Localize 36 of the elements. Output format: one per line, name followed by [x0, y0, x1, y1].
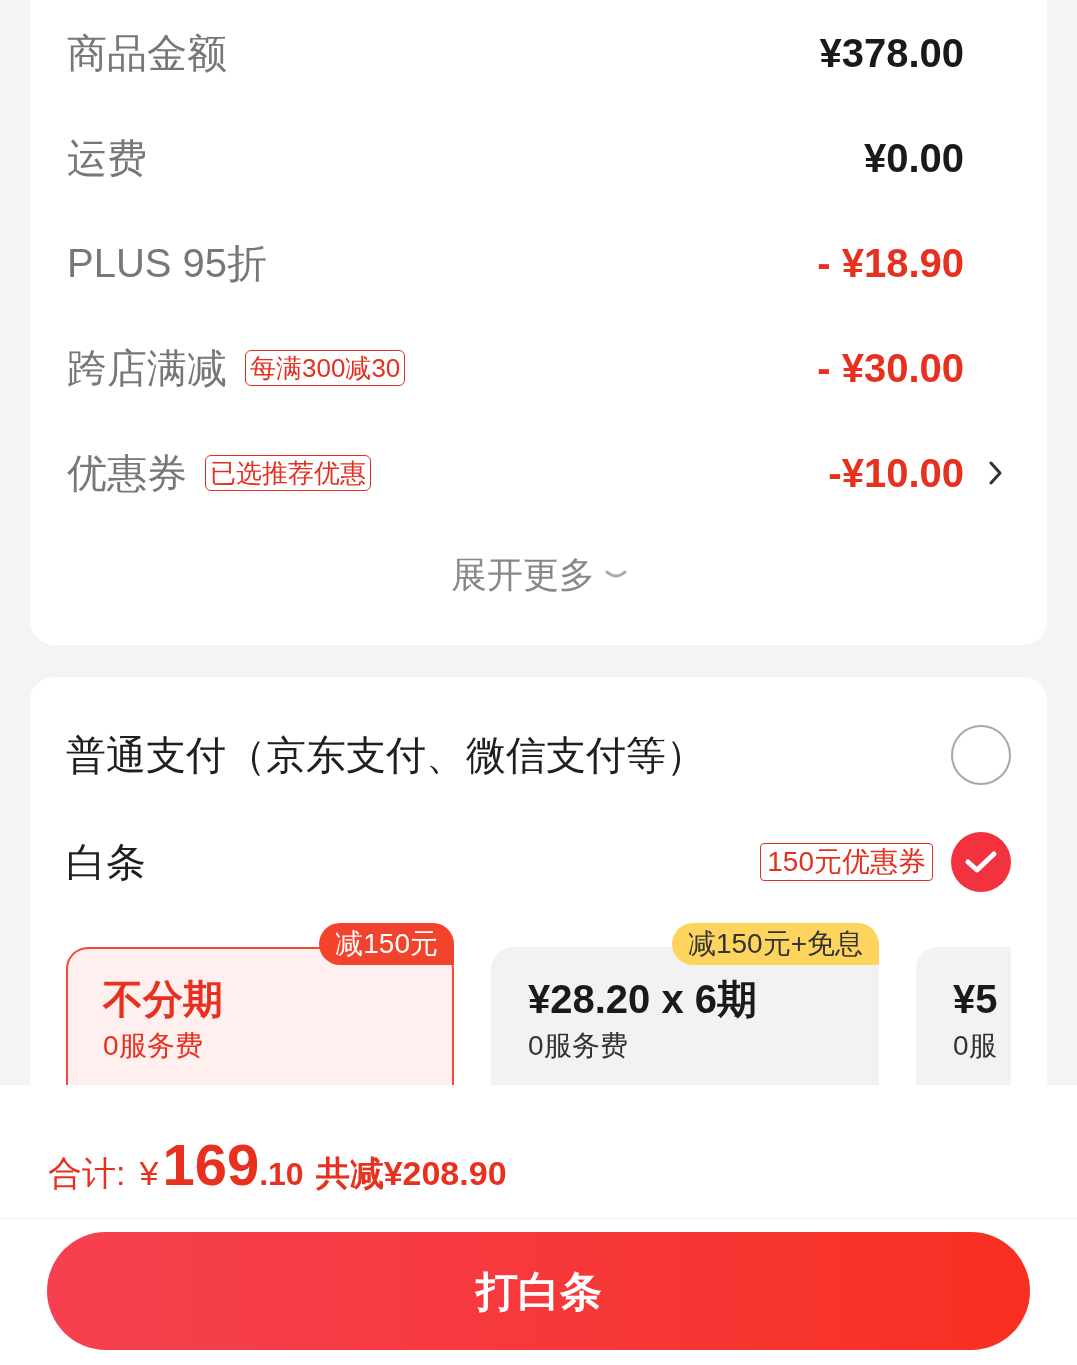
total-decimal: .10 [259, 1155, 304, 1194]
chevron-right-icon[interactable] [989, 460, 1002, 485]
fee-label: 优惠券 [67, 449, 187, 497]
total-integer: 169 [162, 1131, 260, 1199]
service-fee-text: 0服务费 [103, 1029, 203, 1063]
total-label: 合计: [48, 1153, 126, 1194]
fee-amount: -¥10.00 [828, 449, 964, 497]
promo-tag: 每满300减30 [245, 349, 406, 386]
installment-title: 不分期 [103, 976, 223, 1023]
fee-amount: ¥378.00 [819, 29, 964, 77]
expand-more-link[interactable]: 展开更多 [450, 553, 627, 597]
payment-method-label[interactable]: 白条 [66, 838, 146, 886]
total-saved: 共减¥208.90 [315, 1153, 507, 1194]
total-currency: ¥ [139, 1153, 159, 1194]
fee-amount: - ¥18.90 [817, 239, 964, 287]
submit-button[interactable]: 打白条 [47, 1232, 1030, 1350]
discount-badge: 减150元+免息 [671, 923, 879, 965]
installment-option[interactable]: ¥5 0服 [916, 947, 1011, 1085]
chevron-down-icon [604, 570, 627, 580]
fee-label: 商品金额 [67, 29, 227, 77]
installment-title: ¥5 [953, 976, 998, 1023]
payment-method-label[interactable]: 普通支付（京东支付、微信支付等） [66, 731, 706, 779]
radio-button[interactable] [951, 832, 1011, 892]
service-fee-text: 0服务费 [528, 1029, 628, 1063]
radio-button[interactable] [951, 725, 1011, 785]
coupon-tag: 150元优惠券 [760, 843, 933, 881]
check-icon [964, 850, 998, 874]
service-fee-text: 0服 [953, 1029, 997, 1063]
fee-label: 运费 [67, 134, 147, 182]
fee-amount: - ¥30.00 [817, 344, 964, 392]
fee-label: 跨店满减 [67, 344, 227, 392]
fee-amount: ¥0.00 [863, 134, 964, 182]
installment-title: ¥28.20 x 6期 [528, 976, 758, 1023]
promo-tag: 已选推荐优惠 [205, 454, 371, 491]
fee-label: PLUS 95折 [67, 239, 268, 287]
discount-badge: 减150元 [319, 923, 454, 965]
